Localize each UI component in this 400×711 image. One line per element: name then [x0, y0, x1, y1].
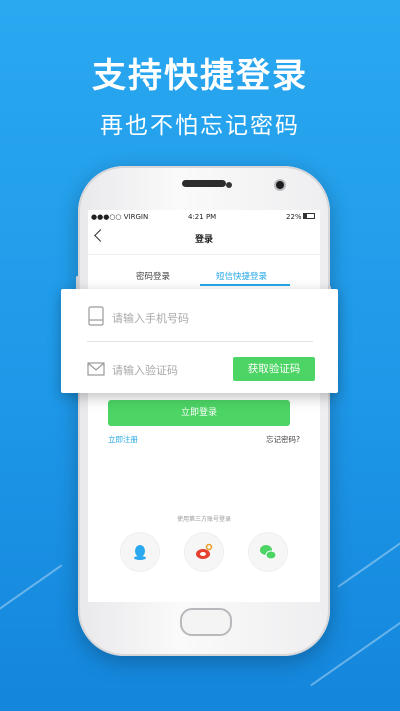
- get-code-button[interactable]: 获取验证码: [233, 357, 315, 381]
- battery-icon: [303, 213, 315, 219]
- phone-icon: [88, 306, 104, 326]
- qq-login-button[interactable]: [120, 532, 160, 572]
- phone-mockup: ●●●○○ VIRGIN 4:21 PM 22% 登录 密码登录 短信快捷登录 …: [76, 166, 331, 656]
- phone-screen: ●●●○○ VIRGIN 4:21 PM 22% 登录 密码登录 短信快捷登录 …: [88, 210, 320, 602]
- battery-percent: 22%: [286, 213, 302, 221]
- promo-headline: 支持快捷登录: [92, 56, 308, 96]
- status-time: 4:21 PM: [188, 213, 217, 221]
- qq-icon: [134, 545, 146, 560]
- login-button[interactable]: 立即登录: [108, 400, 290, 426]
- third-party-hint: 使用第三方账号登录: [176, 516, 231, 523]
- active-tab-indicator: [200, 284, 290, 286]
- nav-bar: 登录: [88, 224, 320, 255]
- promo-subline: 再也不怕忘记密码: [100, 113, 300, 139]
- wechat-login-button[interactable]: [248, 532, 288, 572]
- mail-icon: [87, 362, 105, 376]
- carrier-label: ●●●○○ VIRGIN: [91, 213, 149, 221]
- weibo-login-button[interactable]: [184, 532, 224, 572]
- code-input[interactable]: 请输入验证码: [112, 362, 178, 378]
- phone-input[interactable]: 请输入手机号码: [112, 310, 189, 326]
- status-bar: ●●●○○ VIRGIN 4:21 PM 22%: [88, 210, 320, 224]
- home-button[interactable]: [180, 608, 232, 636]
- page-title: 登录: [194, 235, 213, 245]
- phone-row: 请输入手机号码: [61, 289, 338, 341]
- weibo-icon: [196, 543, 213, 559]
- forgot-password-link[interactable]: 忘记密码?: [266, 434, 300, 445]
- tab-password-login[interactable]: 密码登录: [136, 270, 170, 282]
- phone-camera-dot: [226, 182, 232, 188]
- background-streak: [0, 564, 63, 618]
- login-form-card: 请输入手机号码 请输入验证码 获取验证码: [61, 289, 338, 393]
- register-link[interactable]: 立即注册: [108, 434, 138, 445]
- background-streak: [337, 534, 400, 588]
- phone-front-camera: [276, 181, 284, 189]
- wechat-icon: [260, 545, 277, 560]
- tab-sms-login[interactable]: 短信快捷登录: [216, 270, 267, 282]
- phone-speaker: [182, 180, 226, 187]
